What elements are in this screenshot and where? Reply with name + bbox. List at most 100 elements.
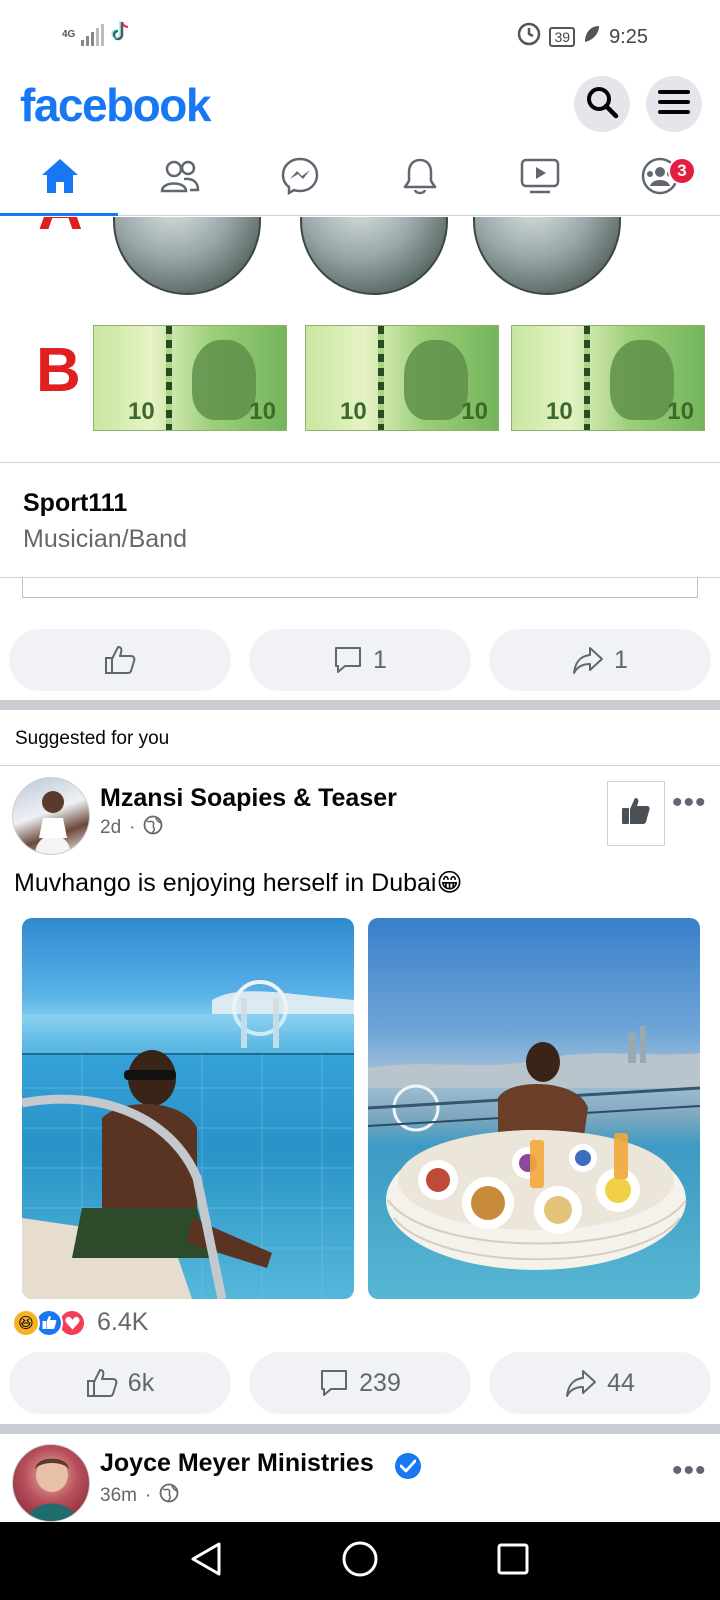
globe-icon xyxy=(159,1483,179,1509)
post-age: 36m xyxy=(100,1485,137,1506)
tab-friends[interactable] xyxy=(150,152,210,204)
comment-count: 239 xyxy=(359,1368,401,1397)
friends-icon xyxy=(160,159,200,198)
note-value: 10 xyxy=(461,398,488,425)
back-triangle-icon xyxy=(189,1541,223,1582)
post-meta: 36m · xyxy=(100,1483,179,1509)
share-button[interactable]: 44 xyxy=(489,1352,711,1414)
feed-separator xyxy=(0,700,720,710)
signal-icon xyxy=(81,23,105,46)
like-page-button[interactable] xyxy=(607,781,665,846)
suggested-header: Suggested for you xyxy=(0,710,720,766)
reaction-count: 6.4K xyxy=(97,1308,149,1336)
post-meta: 2d · xyxy=(100,815,163,841)
more-options-icon[interactable]: ••• xyxy=(672,1454,707,1488)
recents-square-icon xyxy=(496,1542,530,1581)
post-text: Muvhango is enjoying herself in Dubai😁 xyxy=(14,869,463,897)
app-header: facebook xyxy=(0,70,720,140)
comment-icon xyxy=(333,645,363,675)
back-button[interactable] xyxy=(183,1538,229,1584)
like-count: 6k xyxy=(127,1368,155,1397)
home-icon xyxy=(40,157,80,200)
post-age: 2d xyxy=(100,817,122,838)
post-photo[interactable] xyxy=(22,918,354,1299)
banknote-image: 10 10 xyxy=(305,325,499,431)
suggested-label: Suggested for you xyxy=(15,728,170,749)
verified-badge-icon xyxy=(395,1453,421,1479)
comment-button[interactable]: 239 xyxy=(249,1352,471,1414)
post-photo[interactable] xyxy=(368,918,700,1299)
facebook-logo[interactable]: facebook xyxy=(20,78,211,132)
recents-button[interactable] xyxy=(490,1538,536,1584)
tab-bar: 3 xyxy=(0,142,720,216)
notification-badge: 3 xyxy=(668,157,696,185)
leaf-icon xyxy=(583,24,601,50)
home-circle-icon xyxy=(341,1540,379,1583)
row-label-b: B xyxy=(36,336,81,405)
tab-groups[interactable]: 3 xyxy=(630,152,696,204)
note-value: 10 xyxy=(546,398,573,425)
page-name[interactable]: Mzansi Soapies & Teaser xyxy=(100,784,397,813)
haha-reaction-icon: 😆 xyxy=(12,1308,40,1337)
status-left: 4G xyxy=(62,20,132,49)
like-button[interactable] xyxy=(9,629,231,691)
thumbs-up-icon xyxy=(104,645,136,675)
more-options-icon[interactable]: ••• xyxy=(672,786,707,820)
comment-icon xyxy=(319,1368,349,1398)
reaction-summary[interactable]: 😆 6.4K xyxy=(12,1308,148,1337)
comment-button[interactable]: 1 xyxy=(249,629,471,691)
link-preview-card[interactable]: Sport111 Musician/Band xyxy=(0,462,720,578)
messenger-icon xyxy=(281,157,319,200)
active-tab-indicator xyxy=(0,213,118,216)
tab-messenger[interactable] xyxy=(270,152,330,204)
note-value: 10 xyxy=(667,398,694,425)
page-avatar[interactable] xyxy=(12,777,90,855)
clock-time: 9:25 xyxy=(609,25,648,48)
post-actions: 1 1 xyxy=(0,629,720,693)
share-icon xyxy=(565,1368,597,1398)
search-icon xyxy=(585,85,619,124)
tab-watch[interactable] xyxy=(510,152,570,204)
note-value: 10 xyxy=(128,398,155,425)
note-value: 10 xyxy=(340,398,367,425)
thumbs-up-icon xyxy=(621,796,651,831)
post-actions: 6k 239 44 xyxy=(0,1352,720,1416)
like-button[interactable]: 6k xyxy=(9,1352,231,1414)
network-type: 4G xyxy=(62,28,76,40)
share-count: 44 xyxy=(607,1368,635,1397)
link-subtitle: Musician/Band xyxy=(23,525,187,553)
tiktok-icon xyxy=(110,20,132,49)
embedded-box xyxy=(22,578,698,598)
tab-home[interactable] xyxy=(30,152,90,204)
post-image-currency[interactable]: A B 10 10 10 10 10 10 xyxy=(0,217,720,462)
status-bar: 4G 39 9:25 xyxy=(0,0,720,70)
meta-separator: · xyxy=(129,817,136,838)
comment-count: 1 xyxy=(373,645,387,674)
menu-icon xyxy=(658,88,690,121)
share-count: 1 xyxy=(614,645,628,674)
search-button[interactable] xyxy=(574,76,630,132)
alarm-icon xyxy=(517,22,541,52)
banknote-image: 10 10 xyxy=(511,325,705,431)
share-button[interactable]: 1 xyxy=(489,629,711,691)
page-avatar[interactable] xyxy=(12,1444,90,1522)
bell-icon xyxy=(402,156,438,201)
coin-image xyxy=(473,217,621,295)
share-icon xyxy=(572,645,604,675)
coin-image xyxy=(113,217,261,295)
page-name[interactable]: Joyce Meyer Ministries xyxy=(100,1449,374,1478)
video-icon xyxy=(520,158,560,199)
menu-button[interactable] xyxy=(646,76,702,132)
link-title: Sport111 xyxy=(23,489,128,517)
feed-separator xyxy=(0,1424,720,1434)
home-button[interactable] xyxy=(337,1538,383,1584)
meta-separator: · xyxy=(144,1485,152,1506)
banknote-image: 10 10 xyxy=(93,325,287,431)
status-right: 39 9:25 xyxy=(517,22,648,52)
tab-notifications[interactable] xyxy=(390,152,450,204)
note-value: 10 xyxy=(249,398,276,425)
system-navigation-bar xyxy=(0,1522,720,1600)
battery-indicator: 39 xyxy=(549,27,576,47)
row-label-a: A xyxy=(38,217,83,244)
coin-image xyxy=(300,217,448,295)
